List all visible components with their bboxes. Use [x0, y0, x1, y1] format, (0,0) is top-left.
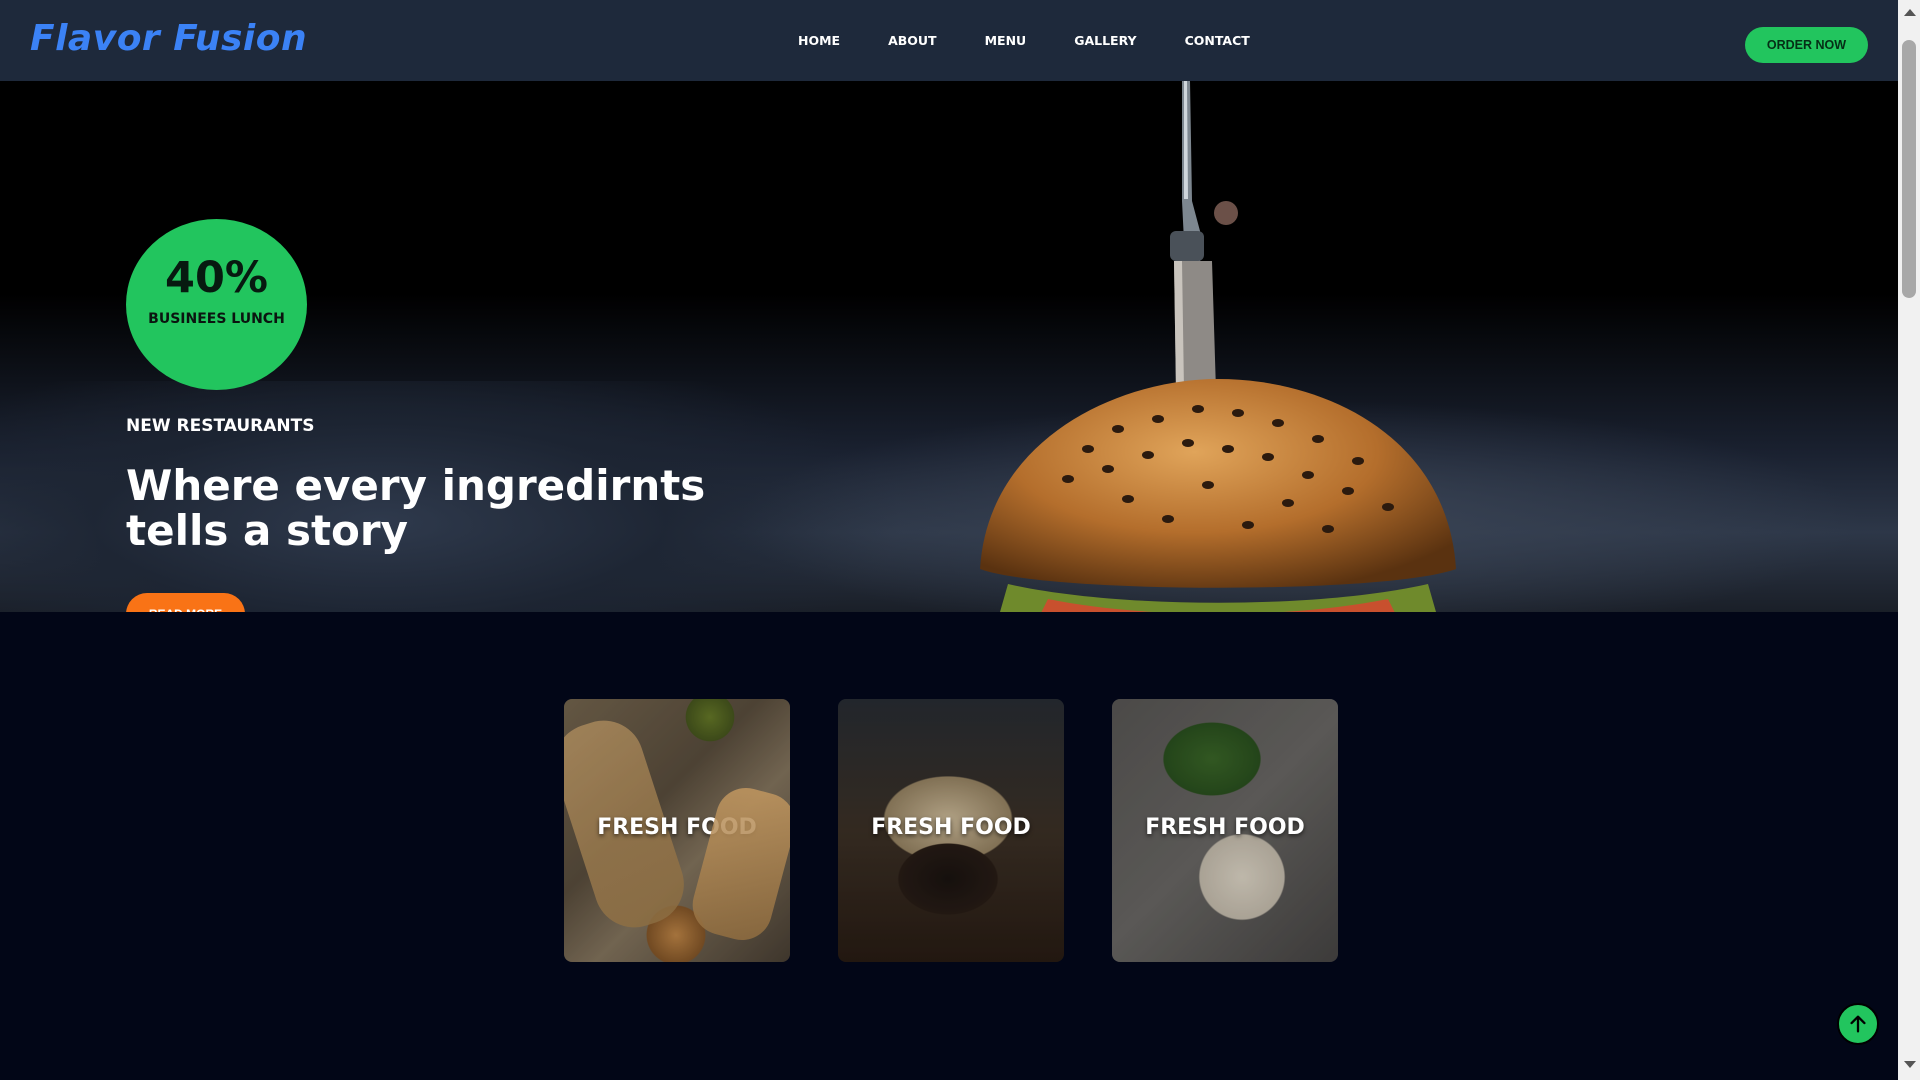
hero-section: 40% BUSINEES LUNCH NEW RESTAURANTS Where… [0, 81, 1898, 612]
read-more-button[interactable]: READ MORE [126, 593, 245, 612]
page-scrollbar[interactable] [1898, 0, 1920, 1080]
order-now-button[interactable]: ORDER NOW [1745, 27, 1868, 63]
site-logo[interactable]: Flavor Fusion [30, 18, 307, 59]
card-title: FRESH FOOD [597, 815, 757, 840]
scroll-up-arrow-icon[interactable] [1904, 9, 1916, 16]
hero-eyebrow: NEW RESTAURANTS [126, 416, 315, 436]
card-title: FRESH FOOD [871, 815, 1031, 840]
discount-badge: 40% BUSINEES LUNCH [126, 219, 307, 390]
card-title: FRESH FOOD [1145, 815, 1305, 840]
site-header: Flavor Fusion HOME ABOUT MENU GALLERY CO… [0, 0, 1898, 81]
nav-about[interactable]: ABOUT [888, 33, 937, 48]
arrow-up-icon [1850, 1015, 1866, 1033]
card-fresh-food-1[interactable]: FRESH FOOD [564, 699, 790, 962]
discount-label: BUSINEES LUNCH [148, 311, 285, 327]
scroll-down-arrow-icon[interactable] [1904, 1061, 1916, 1068]
discount-value: 40% [165, 253, 268, 303]
scrollbar-thumb[interactable] [1902, 40, 1916, 298]
burger-image [980, 379, 1456, 612]
main-nav: HOME ABOUT MENU GALLERY CONTACT [798, 33, 1298, 48]
nav-menu[interactable]: MENU [985, 33, 1027, 48]
card-fresh-food-3[interactable]: FRESH FOOD [1112, 699, 1338, 962]
nav-home[interactable]: HOME [798, 33, 840, 48]
scroll-to-top-button[interactable] [1837, 1003, 1879, 1045]
nav-gallery[interactable]: GALLERY [1074, 33, 1136, 48]
nav-contact[interactable]: CONTACT [1185, 33, 1250, 48]
knife-image [1170, 81, 1238, 391]
feature-cards: FRESH FOOD FRESH FOOD FRESH FOOD [564, 699, 1338, 962]
hero-headline: Where every ingredirnts tells a story [126, 461, 706, 555]
card-fresh-food-2[interactable]: FRESH FOOD [838, 699, 1064, 962]
